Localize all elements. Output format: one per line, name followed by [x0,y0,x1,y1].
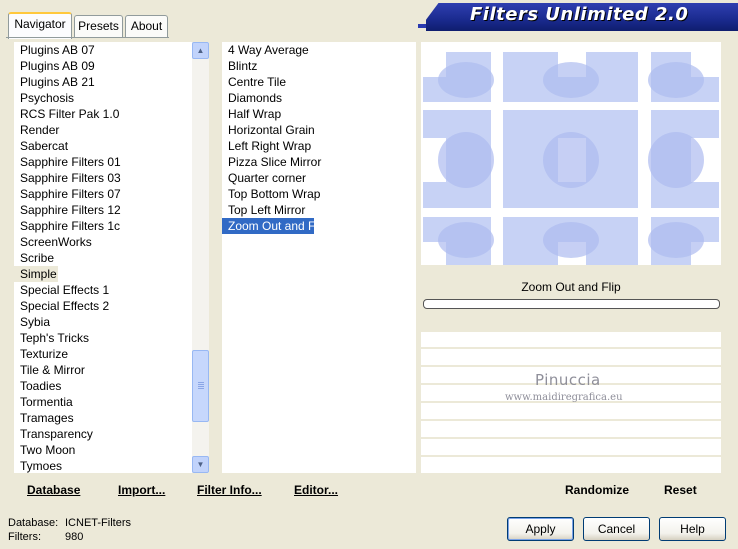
cancel-button[interactable]: Cancel [583,517,650,541]
filter-preview [421,42,721,265]
filters-value: 980 [65,531,84,543]
category-item[interactable]: Tormentia [14,394,194,410]
category-item[interactable]: Sapphire Filters 03 [14,170,194,186]
database-button[interactable]: Database [27,483,80,497]
category-item[interactable]: Toadies [14,378,194,394]
slider-track[interactable] [421,419,721,421]
category-item[interactable]: Plugins AB 09 [14,58,194,74]
category-item[interactable]: Two Moon [14,442,194,458]
app-title: Filters Unlimited 2.0 [470,4,689,25]
filter-item[interactable]: Centre Tile [222,74,412,90]
filter-item[interactable]: Quarter corner [222,170,412,186]
category-item[interactable]: Sapphire Filters 12 [14,202,194,218]
progress-bar [423,299,720,309]
category-item[interactable]: Sapphire Filters 1c [14,218,194,234]
category-item[interactable]: ScreenWorks [14,234,194,250]
filters-label: Filters: [8,531,41,543]
filter-item[interactable]: Pizza Slice Mirror [222,154,412,170]
category-item[interactable]: Plugins AB 21 [14,74,194,90]
category-list[interactable]: Plugins AB 07 Plugins AB 09 Plugins AB 21 P… [14,42,192,473]
category-item[interactable]: Simple [14,266,58,282]
category-item[interactable]: Sabercat [14,138,194,154]
category-item[interactable]: Sapphire Filters 07 [14,186,194,202]
category-item[interactable]: Psychosis [14,90,194,106]
category-item[interactable]: Sapphire Filters 01 [14,154,194,170]
slider-track[interactable] [421,347,721,349]
category-item[interactable]: Tymoes [14,458,194,474]
thumb-grip-line [198,386,204,387]
category-item[interactable]: Tramages [14,410,194,426]
filter-item[interactable]: 4 Way Average [222,42,412,58]
database-value: ICNET-Filters [65,517,131,529]
watermark-name: Pinuccia [535,371,601,389]
category-item[interactable]: Texturize [14,346,194,362]
help-button[interactable]: Help [659,517,726,541]
thumb-grip-line [198,384,204,385]
scroll-down-button[interactable]: ▼ [192,456,209,473]
apply-button[interactable]: Apply [507,517,574,541]
tab-about[interactable]: About [125,15,168,37]
category-item[interactable]: Transparency [14,426,194,442]
category-item[interactable]: Special Effects 2 [14,298,194,314]
slider-track[interactable] [421,437,721,439]
filter-info-button[interactable]: Filter Info... [197,483,262,497]
filter-item[interactable]: Zoom Out and Flip [222,218,327,234]
category-scrollbar[interactable]: ▲ ▼ [192,42,209,473]
scroll-thumb[interactable] [192,350,209,422]
filter-item[interactable]: Half Wrap [222,106,412,122]
tab-navigator[interactable]: Navigator [8,12,72,39]
filter-item[interactable]: Top Bottom Wrap [222,186,412,202]
tab-presets[interactable]: Presets [74,15,123,37]
filter-item[interactable]: Diamonds [222,90,412,106]
tab-divider [6,37,169,38]
filter-item[interactable]: Top Left Mirror [222,202,412,218]
filter-item[interactable]: Horizontal Grain [222,122,412,138]
category-item[interactable]: Sybia [14,314,194,330]
scroll-up-button[interactable]: ▲ [192,42,209,59]
randomize-button[interactable]: Randomize [565,483,629,497]
filter-item[interactable]: Blintz [222,58,412,74]
slider-track[interactable] [421,455,721,457]
category-item[interactable]: RCS Filter Pak 1.0 [14,106,194,122]
preview-filter-name: Zoom Out and Flip [421,276,721,298]
thumb-grip-line [198,382,204,383]
reset-button[interactable]: Reset [664,483,697,497]
category-item[interactable]: Special Effects 1 [14,282,194,298]
category-item[interactable]: Teph's Tricks [14,330,194,346]
category-item[interactable]: Tile & Mirror [14,362,194,378]
category-item[interactable]: Plugins AB 07 [14,42,194,58]
slider-track[interactable] [421,365,721,367]
category-item[interactable]: Scribe [14,250,194,266]
editor-button[interactable]: Editor... [294,483,338,497]
import-button[interactable]: Import... [118,483,165,497]
database-label: Database: [8,517,59,529]
filter-item[interactable]: Left Right Wrap [222,138,412,154]
category-item[interactable]: Render [14,122,194,138]
filter-list[interactable]: 4 Way Average Blintz Centre Tile Diamonds Ha… [222,42,416,473]
watermark-url: www.maidiregrafica.eu [505,392,623,403]
thumb-grip-line [198,388,204,389]
preview-pattern [421,42,721,265]
